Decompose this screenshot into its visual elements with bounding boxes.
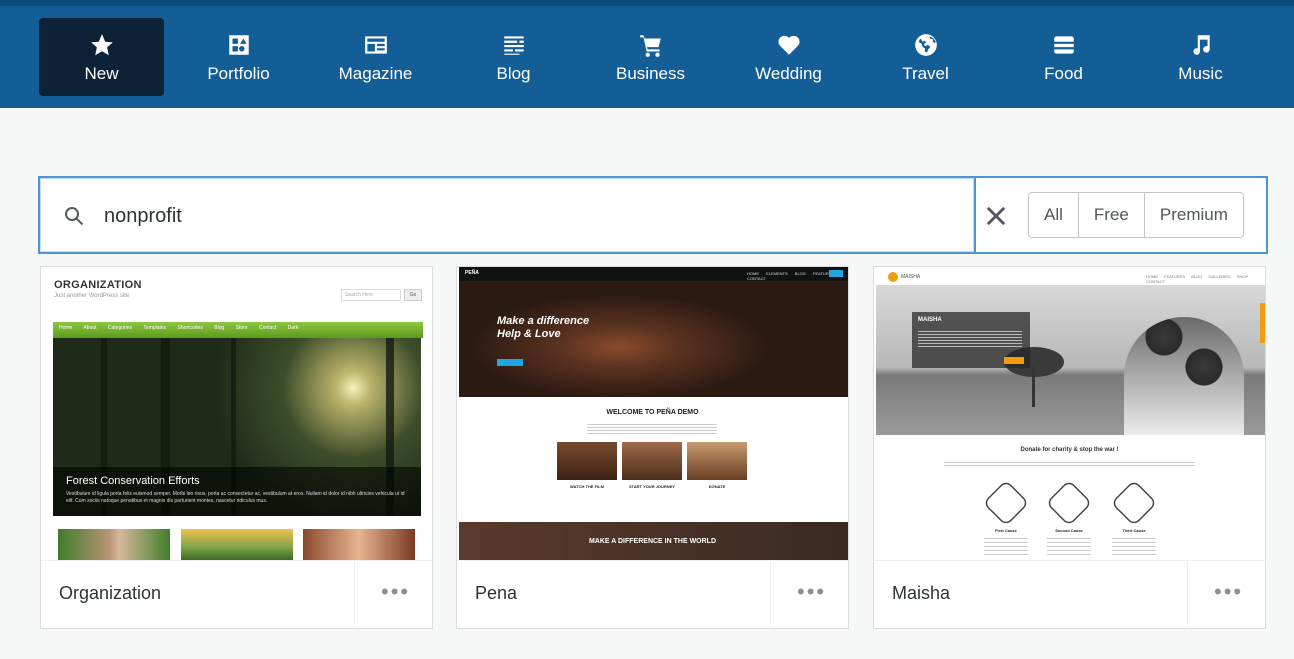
filter-free-button[interactable]: Free [1078,193,1145,237]
nav-tab-label: New [84,64,119,83]
preview-feature-image [687,442,747,480]
nav-tab-new[interactable]: New [39,18,164,96]
theme-name[interactable]: Pena [475,583,517,604]
preview-text-lines [587,422,717,434]
preview-feature-label: DONATE [708,484,726,489]
price-filter-group: All Free Premium [1028,192,1244,238]
portfolio-icon [228,35,249,55]
theme-screenshot[interactable]: ORGANIZATION Just another WordPress site… [41,267,432,560]
more-options-button[interactable]: ••• [770,561,848,629]
theme-name[interactable]: Maisha [892,583,950,604]
nav-tab-travel[interactable]: Travel [863,18,988,96]
nav-tab-food[interactable]: Food [1001,18,1126,96]
preview-feature-image [557,442,617,480]
globe-icon [914,34,937,56]
nav-tab-label: Magazine [338,64,413,83]
nav-tab-business[interactable]: Business [588,18,713,96]
more-options-button[interactable]: ••• [354,561,432,629]
magazine-icon [364,36,387,54]
preview-cta [497,359,523,366]
preview-banner-text: MAKE A DIFFERENCE IN THE WORLD [588,538,717,545]
preview-welcome-heading: WELCOME TO PEÑA DEMO [606,409,699,416]
ellipsis-icon: ••• [797,579,827,604]
nav-tab-label: Wedding [755,64,822,83]
filter-premium-button[interactable]: Premium [1144,193,1243,237]
filter-all-button[interactable]: All [1029,193,1079,237]
ellipsis-icon: ••• [1214,579,1244,604]
theme-card-maisha[interactable]: MAISHA HOME FEATURES BLOG GALLERIES SHOP… [873,266,1266,629]
preview-cause-label: First Cause [995,528,1017,533]
nav-tab-label: Blog [496,64,531,83]
preview-search-button: Go [404,289,422,301]
nav-tab-label: Business [616,64,685,83]
theme-card-footer: Organization ••• [41,560,432,629]
theme-search-bar: All Free Premium [38,176,1268,254]
cart-icon [639,35,661,57]
nav-tab-label: Portfolio [207,64,270,83]
preview-side-tab [1260,303,1265,343]
preview-children-photo [1124,317,1244,435]
preview-cause-label: Third Cause [1122,528,1146,533]
theme-card-pena[interactable]: PEÑA HOME ELEMENTS BLOG FEATURES CONTACT… [456,266,849,629]
preview-hero-title: MAISHA [918,317,942,323]
hero-line-2: Help & Love [497,328,561,340]
theme-name[interactable]: Organization [59,583,161,604]
preview-thumb [58,529,170,560]
nav-tab-label: Travel [902,64,949,83]
ellipsis-icon: ••• [381,579,411,604]
music-icon [1192,35,1210,55]
preview-donate-heading: Donate for charity & stop the war ! [1020,447,1119,453]
theme-card-footer: Maisha ••• [874,560,1265,629]
nav-tab-music[interactable]: Music [1138,18,1263,96]
theme-category-nav: New Portfolio Magazine Blog Business Wed… [0,0,1294,108]
preview-logo: MAISHA [901,274,921,280]
preview-thumb [181,529,293,560]
nav-tab-wedding[interactable]: Wedding [726,18,851,96]
preview-feature-label: WATCH THE FILM [570,484,604,489]
nav-tab-magazine[interactable]: Magazine [313,18,438,96]
preview-feature-image [622,442,682,480]
preview-menu: HOME FEATURES BLOG GALLERIES SHOP CONTAC… [1146,274,1249,284]
preview-feature-label: START YOUR JOURNEY [628,484,676,489]
search-controls: All Free Premium [976,176,1268,254]
theme-screenshot[interactable]: MAISHA HOME FEATURES BLOG GALLERIES SHOP… [874,267,1265,560]
nav-tab-label: Food [1044,64,1083,83]
hero-line-1: Make a difference [497,315,590,327]
preview-excerpt: Vestibulum id ligula porta felis euismod… [66,491,405,504]
food-icon [1053,36,1074,54]
search-input[interactable] [104,200,944,232]
search-icon [65,207,84,226]
theme-card-organization[interactable]: ORGANIZATION Just another WordPress site… [40,266,433,629]
star-icon [90,34,113,56]
nav-tab-portfolio[interactable]: Portfolio [176,18,301,96]
nav-tab-blog[interactable]: Blog [451,18,576,96]
preview-logo: PEÑA [465,270,479,276]
theme-screenshot[interactable]: PEÑA HOME ELEMENTS BLOG FEATURES CONTACT… [457,267,848,560]
preview-menu: Home About Categories Templates Shortcod… [59,325,299,331]
theme-card-footer: Pena ••• [457,560,848,629]
nav-tab-label: Music [1178,64,1223,83]
preview-logo-mark [888,272,898,282]
close-icon[interactable] [982,202,1010,230]
preview-search: Search Here [341,289,401,301]
preview-headline: Forest Conservation Efforts [66,475,200,487]
preview-header-button [829,270,843,277]
preview-hero-button [1004,357,1024,364]
preview-tagline: Just another WordPress site [54,293,130,299]
preview-thumb [303,529,415,560]
search-box [38,176,976,254]
more-options-button[interactable]: ••• [1187,561,1265,629]
preview-site-title: ORGANIZATION [54,279,142,291]
preview-hero-heading: Make a difference Help & Love [497,315,589,341]
heart-icon [777,35,800,55]
preview-cause-label: Second Cause [1055,528,1083,533]
blog-icon [503,36,524,55]
